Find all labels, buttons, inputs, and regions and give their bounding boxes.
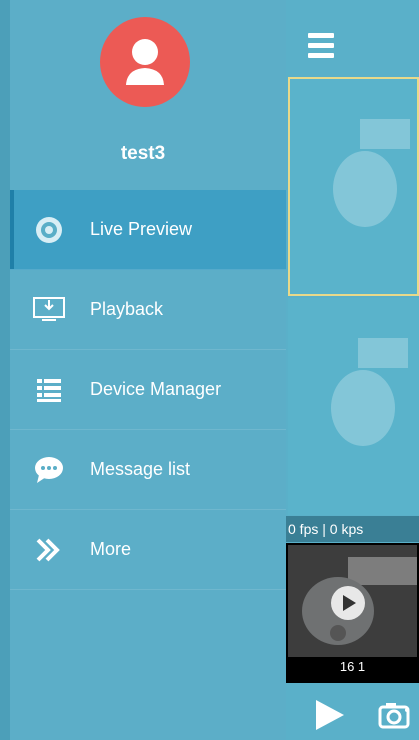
camera-placeholder-icon (333, 119, 410, 227)
stream-stats: 0 fps | 0 kps (286, 516, 419, 542)
sidebar-edge (0, 0, 10, 740)
sidebar-item-label: Message list (90, 459, 191, 479)
thumbnail-label: 16 1 (339, 659, 366, 674)
sidebar-item-device-manager[interactable]: Device Manager (10, 350, 286, 430)
sidebar-item-more[interactable]: More (10, 510, 286, 590)
video-cell-selected[interactable] (288, 77, 419, 296)
thumbnail-image (288, 545, 417, 657)
top-bar (286, 0, 419, 75)
video-cell[interactable] (288, 298, 419, 515)
avatar[interactable] (100, 17, 190, 107)
device-manager-icon (32, 373, 66, 407)
camera-placeholder-icon (331, 338, 408, 446)
channel-thumbnail[interactable]: 16 1 (286, 543, 419, 683)
live-preview-icon (32, 213, 66, 247)
user-icon (126, 39, 164, 85)
username: test3 (120, 143, 166, 164)
live-view-panel: 0 fps | 0 kps 16 1 (286, 0, 419, 740)
play-icon[interactable] (312, 698, 346, 732)
message-list-icon (32, 453, 66, 487)
sidebar-item-label: Live Preview (90, 219, 193, 239)
bottom-controls (286, 690, 419, 740)
menu-icon[interactable] (308, 33, 334, 63)
sidebar-item-label: Device Manager (90, 379, 222, 399)
sidebar-item-label: Playback (90, 299, 164, 319)
sidebar-item-message-list[interactable]: Message list (10, 430, 286, 510)
sidebar-menu: Live Preview Playback Device Manager Mes… (10, 190, 286, 590)
playback-icon (32, 293, 66, 327)
dome-camera-icon (302, 557, 417, 645)
sidebar-item-label: More (90, 539, 132, 559)
more-icon (32, 533, 66, 567)
sidebar-item-live-preview[interactable]: Live Preview (10, 190, 286, 270)
sidebar-item-playback[interactable]: Playback (10, 270, 286, 350)
sidebar: test3 Live Preview Playback Device Manag… (0, 0, 286, 740)
snapshot-camera-icon[interactable] (378, 700, 412, 730)
